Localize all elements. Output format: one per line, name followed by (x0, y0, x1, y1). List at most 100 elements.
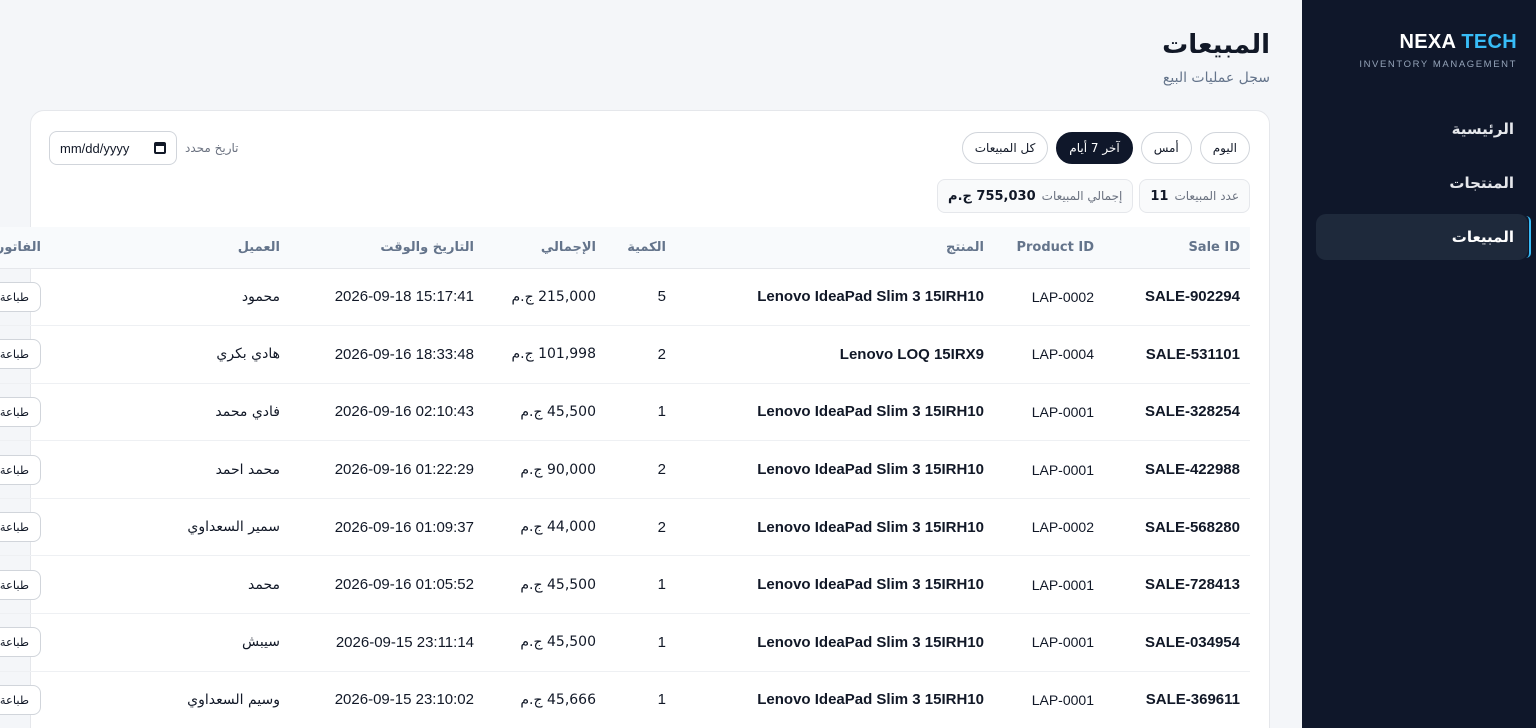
cell-sale-id: SALE-902294 (1104, 268, 1250, 327)
table-row: SALE-369611 LAP-0001 Lenovo IdeaPad Slim 3… (0, 671, 1250, 728)
table-row: SALE-034954 LAP-0001 Lenovo IdeaPad Slim 3… (0, 613, 1250, 672)
cell-product-id: LAP-0004 (994, 325, 1104, 384)
print-invoice-button[interactable]: طباعة (0, 512, 41, 543)
date-input-placeholder: mm/dd/yyyy (60, 140, 130, 156)
print-invoice-button[interactable]: طباعة (0, 339, 41, 370)
cell-qty: 1 (606, 613, 676, 672)
date-filter-label: تاريخ محدد (185, 141, 239, 155)
filter-all-button[interactable]: كل المبيعات (961, 132, 1049, 164)
print-invoice-button[interactable]: طباعة (0, 627, 41, 658)
cell-qty: 1 (606, 383, 676, 442)
period-filters: اليوم أمس آخر 7 أيام كل المبيعات (961, 132, 1250, 164)
print-invoice-button[interactable]: طباعة (0, 396, 41, 427)
page-title: المبيعات (1162, 30, 1270, 60)
cell-datetime-text: 2026-09-16 01:22:29 (334, 461, 474, 479)
cell-product-id: LAP-0001 (994, 671, 1104, 728)
col-header-total: الإجمالي (484, 227, 606, 269)
page-subtitle: سجل عمليات البيع (1162, 70, 1270, 86)
cell-datetime: 2026-09-16 01:09:37 (290, 498, 484, 557)
cell-product-id: LAP-0001 (994, 383, 1104, 442)
filter-today-button[interactable]: اليوم (1199, 132, 1250, 164)
filter-last7-button[interactable]: آخر 7 أيام (1056, 132, 1133, 164)
cell-product: Lenovo IdeaPad Slim 3 15IRH10 (676, 498, 994, 557)
cell-datetime-text: 2026-09-15 23:10:02 (334, 691, 474, 709)
table-row: SALE-328254 LAP-0001 Lenovo IdeaPad Slim 3… (0, 383, 1250, 442)
table-row: SALE-422988 LAP-0001 Lenovo IdeaPad Slim 3… (0, 440, 1250, 499)
main-content: المبيعات سجل عمليات البيع اليوم أمس آخر … (0, 0, 1302, 728)
sidebar-item-sales[interactable]: المبيعات (1316, 214, 1531, 260)
cell-sale-id: SALE-531101 (1104, 325, 1250, 384)
print-invoice-button[interactable]: طباعة (0, 569, 41, 600)
col-header-qty: الكمية (606, 227, 676, 269)
cell-product: Lenovo IdeaPad Slim 3 15IRH10 (676, 440, 994, 499)
sidebar-nav: الرئيسية المنتجات المبيعات (1316, 106, 1531, 268)
date-input[interactable]: mm/dd/yyyy (49, 131, 177, 165)
stat-total-value: 755,030 ج.م (948, 188, 1036, 204)
cell-product-id: LAP-0002 (994, 268, 1104, 327)
cell-customer: محمد (97, 555, 290, 615)
col-header-customer: العميل (97, 227, 290, 269)
table-body: SALE-902294 LAP-0002 Lenovo IdeaPad Slim 3… (0, 268, 1250, 728)
cell-invoice: طباعة (0, 498, 97, 557)
cell-product-id: LAP-0001 (994, 440, 1104, 499)
cell-datetime: 2026-09-16 01:22:29 (290, 440, 484, 499)
stat-count-label: عدد المبيعات (1174, 189, 1239, 203)
sidebar-item-label: المبيعات (1451, 228, 1514, 246)
cell-invoice: طباعة (0, 555, 97, 615)
sidebar-item-home[interactable]: الرئيسية (1316, 106, 1528, 152)
table-row: SALE-568280 LAP-0002 Lenovo IdeaPad Slim 3… (0, 498, 1250, 557)
cell-total: 45,500 ج.م (484, 613, 606, 672)
cell-sale-id: SALE-369611 (1104, 671, 1250, 728)
col-header-product: المنتج (676, 227, 994, 269)
cell-total: 44,000 ج.م (484, 498, 606, 557)
cell-datetime: 2026-09-18 15:17:41 (290, 268, 484, 327)
sales-card: اليوم أمس آخر 7 أيام كل المبيعات تاريخ م… (0, 110, 1270, 728)
calendar-icon[interactable] (154, 142, 166, 154)
cell-sale-id: SALE-034954 (1104, 613, 1250, 672)
col-header-datetime: التاريخ والوقت (290, 227, 484, 269)
cell-qty: 2 (606, 440, 676, 499)
cell-total: 45,500 ج.م (484, 555, 606, 615)
cell-datetime: 2026-09-15 23:10:02 (290, 671, 484, 728)
table-row: SALE-902294 LAP-0002 Lenovo IdeaPad Slim 3… (0, 268, 1250, 327)
cell-invoice: طباعة (0, 440, 97, 499)
cell-qty: 2 (606, 498, 676, 557)
cell-product: Lenovo IdeaPad Slim 3 15IRH10 (676, 613, 994, 672)
cell-datetime-text: 2026-09-16 18:33:48 (334, 345, 474, 363)
print-invoice-button[interactable]: طباعة (0, 281, 41, 312)
brand-name-part1: NEXA (1399, 31, 1456, 53)
cell-datetime-text: 2026-09-18 15:17:41 (334, 288, 474, 306)
cell-invoice: طباعة (0, 613, 97, 672)
cell-qty: 1 (606, 671, 676, 728)
cell-customer: محمود (97, 268, 290, 327)
cell-datetime-text: 2026-09-16 02:10:43 (334, 403, 474, 421)
cell-qty: 2 (606, 325, 676, 384)
cell-customer: سيبش (97, 613, 290, 672)
cell-qty: 5 (606, 268, 676, 327)
cell-product: Lenovo LOQ 15IRX9 (676, 325, 994, 384)
cell-datetime: 2026-09-16 18:33:48 (290, 325, 484, 384)
cell-total: 101,998 ج.م (484, 325, 606, 384)
brand-name-part2: TECH (1461, 31, 1517, 53)
cell-sale-id: SALE-328254 (1104, 383, 1250, 442)
stat-count-value: 11 (1150, 188, 1169, 204)
cell-customer: وسيم السعداوي (97, 671, 290, 728)
cell-datetime-text: 2026-09-16 01:09:37 (334, 518, 474, 536)
filter-yesterday-button[interactable]: أمس (1140, 132, 1192, 164)
table-header-row: Sale ID Product ID المنتج الكمية الإجمال… (0, 227, 1250, 269)
cell-datetime: 2026-09-16 01:05:52 (290, 555, 484, 615)
cell-sale-id: SALE-568280 (1104, 498, 1250, 557)
cell-customer: سمير السعداوي (97, 498, 290, 557)
cell-product-id: LAP-0002 (994, 498, 1104, 557)
col-header-product-id: Product ID (994, 227, 1104, 269)
cell-datetime-text: 2026-09-15 23:11:14 (335, 633, 474, 651)
table-row: SALE-531101 LAP-0004 Lenovo LOQ 15IRX9 2 101… (0, 325, 1250, 384)
print-invoice-button[interactable]: طباعة (0, 684, 41, 715)
sidebar-item-products[interactable]: المنتجات (1316, 160, 1528, 206)
cell-invoice: طباعة (0, 383, 97, 442)
cell-invoice: طباعة (0, 268, 97, 327)
col-header-invoice: الفاتورة (0, 227, 97, 269)
print-invoice-button[interactable]: طباعة (0, 454, 41, 485)
sales-stats: عدد المبيعات 11 إجمالي المبيعات 755,030 … (937, 179, 1250, 213)
sales-table-wrap: Sale ID Product ID المنتج الكمية الإجمال… (0, 227, 1250, 728)
